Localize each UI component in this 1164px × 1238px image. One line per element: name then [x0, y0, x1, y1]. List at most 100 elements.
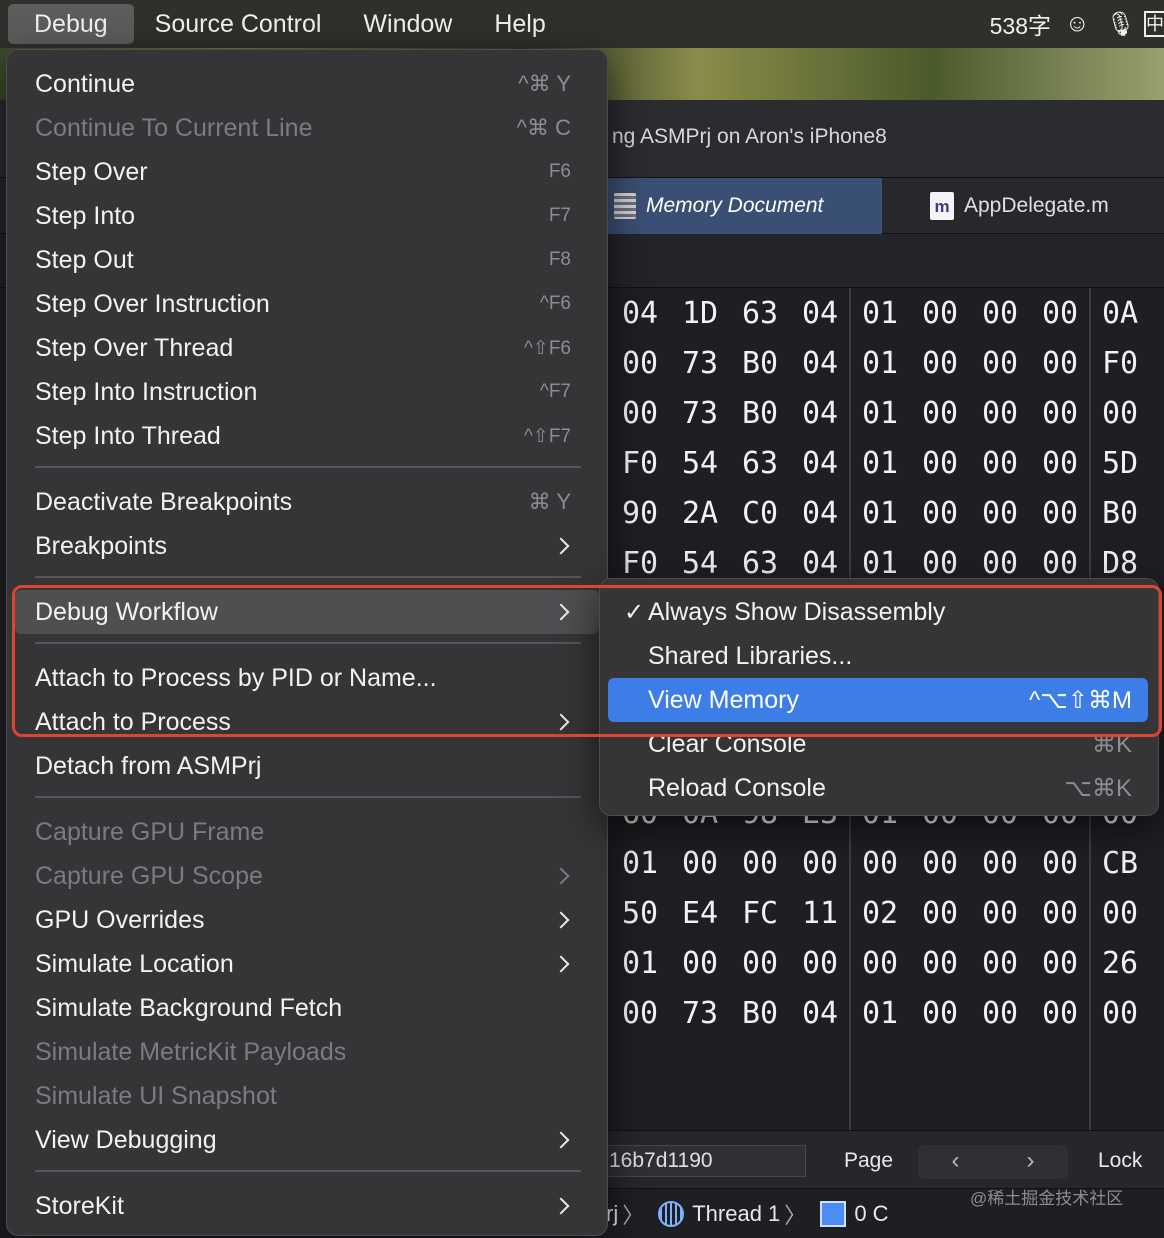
menu-item-step-into-thread[interactable]: Step Into Thread ^⇧F7 — [15, 414, 599, 458]
menu-item-view-debugging[interactable]: View Debugging — [15, 1118, 599, 1162]
hex-byte[interactable]: 00 — [1042, 846, 1102, 881]
hex-byte[interactable]: 63 — [742, 446, 802, 481]
hex-byte[interactable]: 01 — [862, 496, 922, 531]
hex-byte[interactable]: F0 — [622, 446, 682, 481]
menu-item-storekit[interactable]: StoreKit — [15, 1184, 599, 1228]
menu-item-step-over-thread[interactable]: Step Over Thread ^⇧F6 — [15, 326, 599, 370]
address-field[interactable]: 16b7d1190 — [606, 1145, 806, 1177]
hex-byte[interactable]: 01 — [622, 846, 682, 881]
hex-byte[interactable]: 00 — [682, 846, 742, 881]
submenu-item-always-show-disassembly[interactable]: ✓ Always Show Disassembly — [608, 590, 1148, 634]
hex-byte[interactable]: 04 — [802, 496, 862, 531]
menu-item-simulate-background-fetch[interactable]: Simulate Background Fetch — [15, 986, 599, 1030]
hex-byte[interactable]: 00 — [802, 946, 862, 981]
hex-byte[interactable]: 00 — [922, 496, 982, 531]
hex-byte[interactable]: 00 — [982, 446, 1042, 481]
menu-item-step-over[interactable]: Step Over F6 — [15, 150, 599, 194]
menu-item-debug-workflow[interactable]: Debug Workflow — [15, 590, 599, 634]
hex-byte[interactable]: 04 — [802, 446, 862, 481]
hex-byte[interactable]: 01 — [862, 346, 922, 381]
hex-byte[interactable]: 01 — [622, 946, 682, 981]
submenu-item-shared-libraries[interactable]: Shared Libraries... — [608, 634, 1148, 678]
tab-appdelegate[interactable]: m AppDelegate.m — [882, 178, 1164, 234]
hex-byte[interactable]: 00 — [1042, 296, 1102, 331]
hex-byte[interactable]: 73 — [682, 346, 742, 381]
hex-byte[interactable]: 00 — [982, 396, 1042, 431]
hex-byte[interactable]: 00 — [982, 996, 1042, 1031]
hex-byte[interactable]: 00 — [982, 546, 1042, 581]
hex-byte[interactable]: 00 — [622, 396, 682, 431]
menu-item-step-over-instruction[interactable]: Step Over Instruction ^F6 — [15, 282, 599, 326]
hex-byte[interactable]: 00 — [1102, 896, 1162, 931]
menu-source-control[interactable]: Source Control — [134, 4, 343, 44]
hex-byte[interactable]: 00 — [922, 346, 982, 381]
hex-byte[interactable]: 01 — [862, 546, 922, 581]
hex-byte[interactable]: 00 — [922, 546, 982, 581]
hex-byte[interactable]: 01 — [862, 996, 922, 1031]
menu-item-detach-from-asmprj[interactable]: Detach from ASMPrj — [15, 744, 599, 788]
hex-byte[interactable]: 63 — [742, 296, 802, 331]
hex-byte[interactable]: 00 — [862, 846, 922, 881]
hex-byte[interactable]: 00 — [1042, 346, 1102, 381]
hex-byte[interactable]: 00 — [622, 996, 682, 1031]
hex-byte[interactable]: 00 — [922, 946, 982, 981]
hex-byte[interactable]: 00 — [1042, 496, 1102, 531]
hex-byte[interactable]: 00 — [922, 446, 982, 481]
submenu-item-view-memory[interactable]: View Memory ^⌥⇧⌘M — [608, 678, 1148, 722]
hex-byte[interactable]: 00 — [982, 296, 1042, 331]
path-frame[interactable]: 0 C — [854, 1201, 888, 1227]
hex-byte[interactable]: 50 — [622, 896, 682, 931]
hex-byte[interactable]: B0 — [742, 996, 802, 1031]
hex-byte[interactable]: E4 — [682, 896, 742, 931]
menu-window[interactable]: Window — [342, 4, 473, 44]
tab-memory-document[interactable]: Memory Document — [606, 178, 882, 234]
hex-byte[interactable]: 00 — [742, 946, 802, 981]
hex-byte[interactable]: F0 — [622, 546, 682, 581]
hex-byte[interactable]: 0A — [1102, 296, 1162, 331]
hex-byte[interactable]: F0 — [1102, 346, 1162, 381]
hex-byte[interactable]: 2A — [682, 496, 742, 531]
menu-item-attach-to-process[interactable]: Attach to Process — [15, 700, 599, 744]
menu-item-step-into-instruction[interactable]: Step Into Instruction ^F7 — [15, 370, 599, 414]
hex-byte[interactable]: B0 — [742, 346, 802, 381]
hex-byte[interactable]: 11 — [802, 896, 862, 931]
hex-byte[interactable]: 04 — [802, 996, 862, 1031]
menu-item-step-into[interactable]: Step Into F7 — [15, 194, 599, 238]
hex-byte[interactable]: 00 — [862, 946, 922, 981]
menu-item-continue[interactable]: Continue ^⌘ Y — [15, 62, 599, 106]
hex-byte[interactable]: 04 — [802, 296, 862, 331]
menu-item-deactivate-breakpoints[interactable]: Deactivate Breakpoints ⌘ Y — [15, 480, 599, 524]
submenu-item-clear-console[interactable]: Clear Console ⌘K — [608, 722, 1148, 766]
hex-byte[interactable]: 00 — [1042, 546, 1102, 581]
hex-byte[interactable]: 90 — [622, 496, 682, 531]
menu-item-simulate-location[interactable]: Simulate Location — [15, 942, 599, 986]
menu-item-step-out[interactable]: Step Out F8 — [15, 238, 599, 282]
submenu-item-reload-console[interactable]: Reload Console ⌥⌘K — [608, 766, 1148, 810]
smiley-icon[interactable]: ☺ — [1065, 10, 1090, 38]
hex-byte[interactable]: 00 — [982, 846, 1042, 881]
menu-help[interactable]: Help — [473, 4, 566, 44]
hex-byte[interactable]: 00 — [1102, 996, 1162, 1031]
input-method-icon[interactable]: 中 — [1144, 11, 1164, 37]
hex-byte[interactable]: 04 — [802, 346, 862, 381]
hex-byte[interactable]: 73 — [682, 996, 742, 1031]
hex-byte[interactable]: 00 — [802, 846, 862, 881]
hex-byte[interactable]: 00 — [922, 396, 982, 431]
menu-item-attach-to-process-by-pid-or-name[interactable]: Attach to Process by PID or Name... — [15, 656, 599, 700]
hex-byte[interactable]: 54 — [682, 446, 742, 481]
next-page-button[interactable]: › — [993, 1145, 1068, 1179]
hex-byte[interactable]: 00 — [922, 846, 982, 881]
hex-byte[interactable]: 00 — [922, 296, 982, 331]
hex-byte[interactable]: 04 — [622, 296, 682, 331]
path-thread[interactable]: Thread 1 — [692, 1201, 780, 1227]
hex-byte[interactable]: 00 — [1042, 896, 1102, 931]
menu-item-breakpoints[interactable]: Breakpoints — [15, 524, 599, 568]
hex-byte[interactable]: 00 — [982, 946, 1042, 981]
hex-byte[interactable]: 5D — [1102, 446, 1162, 481]
hex-byte[interactable]: 01 — [862, 446, 922, 481]
hex-byte[interactable]: 01 — [862, 396, 922, 431]
hex-byte[interactable]: 00 — [1102, 396, 1162, 431]
hex-byte[interactable]: 04 — [802, 396, 862, 431]
menu-item-gpu-overrides[interactable]: GPU Overrides — [15, 898, 599, 942]
hex-byte[interactable]: 00 — [982, 496, 1042, 531]
